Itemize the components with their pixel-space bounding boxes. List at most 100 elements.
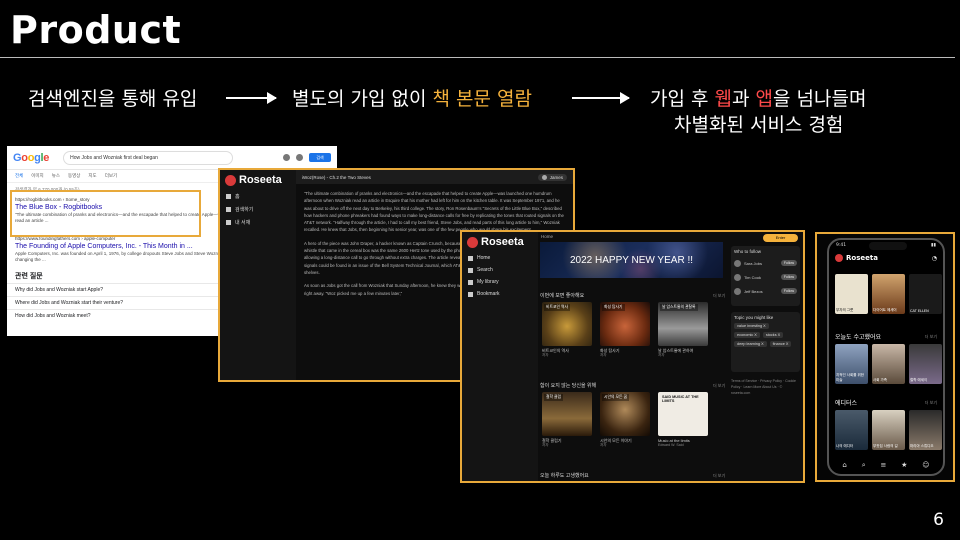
topic-tag[interactable]: deep learning X — [734, 341, 767, 347]
paragraph: "The ultimate combination of pranks and … — [304, 191, 564, 233]
google-tab[interactable]: 뉴스 — [52, 173, 60, 179]
section-title: 오늘 하루도 고생했어요 — [540, 473, 589, 479]
flow-step-3-a: 가입 후 — [650, 88, 715, 110]
book-card[interactable]: 시안의 모든 꿈 시안의 모든 이야기 저자 — [600, 392, 650, 448]
library-tab-icon[interactable]: ≡ — [880, 461, 886, 470]
follow-row: Sara Jobs Follow — [734, 256, 797, 270]
search-tab-icon[interactable]: ⌕ — [862, 461, 866, 470]
section-title: 오늘도 수고했어요 — [835, 334, 882, 341]
google-tab[interactable]: 더보기 — [105, 173, 117, 179]
book-cover[interactable]: CAT ELLEN — [909, 274, 942, 314]
topic-tag[interactable]: value investing X — [734, 323, 769, 329]
home-tab-icon[interactable]: ⌂ — [842, 461, 846, 470]
flow-step-3-b: 과 — [732, 88, 756, 110]
bottom-tab-bar: ⌂ ⌕ ≡ ★ ☺ — [835, 461, 937, 470]
more-link[interactable]: 더 보기 — [713, 383, 725, 389]
nav-my-library[interactable]: My library — [462, 276, 538, 288]
more-link[interactable]: 더 보기 — [713, 293, 725, 299]
section-title: 이번에 보면 좋아해요 — [540, 293, 585, 299]
book-card[interactable]: SAID MUSIC AT THE LIMITS Music at the li… — [658, 392, 708, 448]
apps-grid-icon[interactable] — [296, 154, 303, 161]
settings-icon[interactable] — [283, 154, 290, 161]
cover-title: 비트코인 역사 — [544, 304, 571, 311]
title-divider — [0, 57, 955, 58]
brand-logo: Roseeta — [462, 232, 538, 252]
bell-icon[interactable]: ◔ — [932, 255, 937, 262]
follow-row: Jeff Bezos Follow — [734, 284, 797, 298]
book-cover[interactable]: 사회 가족 — [872, 344, 905, 384]
follow-button[interactable]: Follow — [780, 288, 797, 294]
nav-bookmark[interactable]: Bookmark — [462, 288, 538, 300]
google-search-input[interactable]: How Jobs and Wozniak first deal began — [63, 150, 234, 165]
library-icon — [226, 220, 231, 225]
follow-row: Tim Cook Follow — [734, 270, 797, 284]
cover-title: 날 암스트롱의 관찰록 — [660, 304, 698, 311]
flow-arrow-2 — [572, 92, 630, 104]
more-link[interactable]: 더 보기 — [925, 334, 937, 340]
google-tab[interactable]: 지도 — [88, 173, 96, 179]
follow-button[interactable]: Follow — [780, 260, 797, 266]
brand-name: Roseeta — [846, 254, 878, 262]
section-title: 함이 요지 않는 당신을 위해 — [540, 383, 597, 389]
nav-search[interactable]: 검색하기 — [220, 203, 296, 216]
home-icon — [226, 194, 231, 199]
more-link[interactable]: 더 보기 — [713, 473, 725, 479]
topics-title: Topic you might like — [734, 315, 774, 320]
book-cover[interactable]: 철학 에세이 — [909, 344, 942, 384]
book-card[interactable]: 비트코인 역사 비트코인의 역사 저자 — [542, 302, 592, 358]
book-row: 철학 클럽 철학 클럽기 저자 시안의 모든 꿈 시안의 모든 이야기 저자 S… — [542, 392, 708, 448]
bookmark-tab-icon[interactable]: ★ — [901, 461, 907, 470]
cover-title: 부잣집 사람의 길 — [873, 444, 898, 448]
google-tab[interactable]: 이미지 — [31, 173, 43, 179]
flow-step-3: 가입 후 웹과 앱을 넘나들며 — [650, 84, 866, 111]
status-time: 9:41 — [836, 243, 847, 248]
reader-header: iWoz(Rose) - Ch.2 the Two Steves James — [296, 170, 573, 184]
book-cover[interactable]: 마리아 스튜디오 — [909, 410, 942, 450]
topic-tag[interactable]: finance X — [769, 341, 792, 347]
nav-search[interactable]: Search — [462, 264, 538, 276]
chapter-title: iWoz(Rose) - Ch.2 the Two Steves — [302, 174, 371, 180]
nav-home[interactable]: Home — [462, 252, 538, 264]
book-cover[interactable]: 지적인 사회를 위한 미술 — [835, 344, 868, 384]
more-link[interactable]: 더 보기 — [925, 400, 937, 406]
cover-title: 마리아 스튜디오 — [910, 444, 934, 448]
nav-home[interactable]: 홈 — [220, 190, 296, 203]
new-year-banner[interactable]: 2022 HAPPY NEW YEAR !! — [540, 242, 723, 278]
book-card[interactable]: 화성 탐사기 화성 탐사기 저자 — [600, 302, 650, 358]
google-login-button[interactable]: 검색 — [309, 153, 331, 162]
follow-button[interactable]: Follow — [780, 274, 797, 280]
home-icon — [468, 255, 473, 261]
google-tab[interactable]: 동영상 — [68, 173, 80, 179]
profile-tab-icon[interactable]: ☺ — [922, 461, 929, 470]
book-row: 부자의 그릇 다이어트 에세이 CAT ELLEN — [835, 274, 942, 314]
google-tab[interactable]: 전체 — [15, 173, 23, 179]
book-cover[interactable]: 부자의 그릇 — [835, 274, 868, 314]
footer-links[interactable]: Terms of Service · Privacy Policy · Cook… — [731, 378, 800, 396]
book-row: 비트코인 역사 비트코인의 역사 저자 화성 탐사기 화성 탐사기 저자 날 암… — [542, 302, 708, 358]
book-card[interactable]: 날 암스트롱의 관찰록 날 암스트롱에 관하여 저자 — [658, 302, 708, 358]
login-button[interactable]: Enter — [763, 234, 798, 242]
book-author: 저자 — [600, 443, 607, 447]
book-card[interactable]: 철학 클럽 철학 클럽기 저자 — [542, 392, 592, 448]
topic-tag[interactable]: economic X — [734, 332, 760, 338]
book-cover[interactable]: 나의 에디터 — [835, 410, 868, 450]
nav-label: My library — [477, 279, 499, 285]
topic-tag[interactable]: stocks X — [762, 332, 784, 338]
slide-title: Product — [10, 8, 182, 52]
follow-name: Jeff Bezos — [744, 288, 763, 294]
nav-label: Bookmark — [477, 291, 500, 297]
user-menu[interactable]: James — [537, 173, 567, 181]
banner-text: 2022 HAPPY NEW YEAR !! — [569, 254, 694, 266]
flow-step-3-app: 앱 — [755, 88, 774, 110]
book-cover[interactable]: 부잣집 사람의 길 — [872, 410, 905, 450]
bookmark-icon — [468, 291, 473, 297]
cover-title: 사회 가족 — [873, 378, 887, 382]
google-header: Google How Jobs and Wozniak first deal b… — [7, 146, 337, 170]
cover-title: SAID MUSIC AT THE LIMITS — [662, 395, 699, 403]
app-header: Roseeta ◔ — [835, 254, 937, 262]
book-row: 나의 에디터 부잣집 사람의 길 마리아 스튜디오 — [835, 410, 942, 450]
book-cover[interactable]: 다이어트 에세이 — [872, 274, 905, 314]
avatar — [734, 259, 741, 267]
nav-library[interactable]: 내 서재 — [220, 216, 296, 229]
book-author: 저자 — [542, 443, 549, 447]
